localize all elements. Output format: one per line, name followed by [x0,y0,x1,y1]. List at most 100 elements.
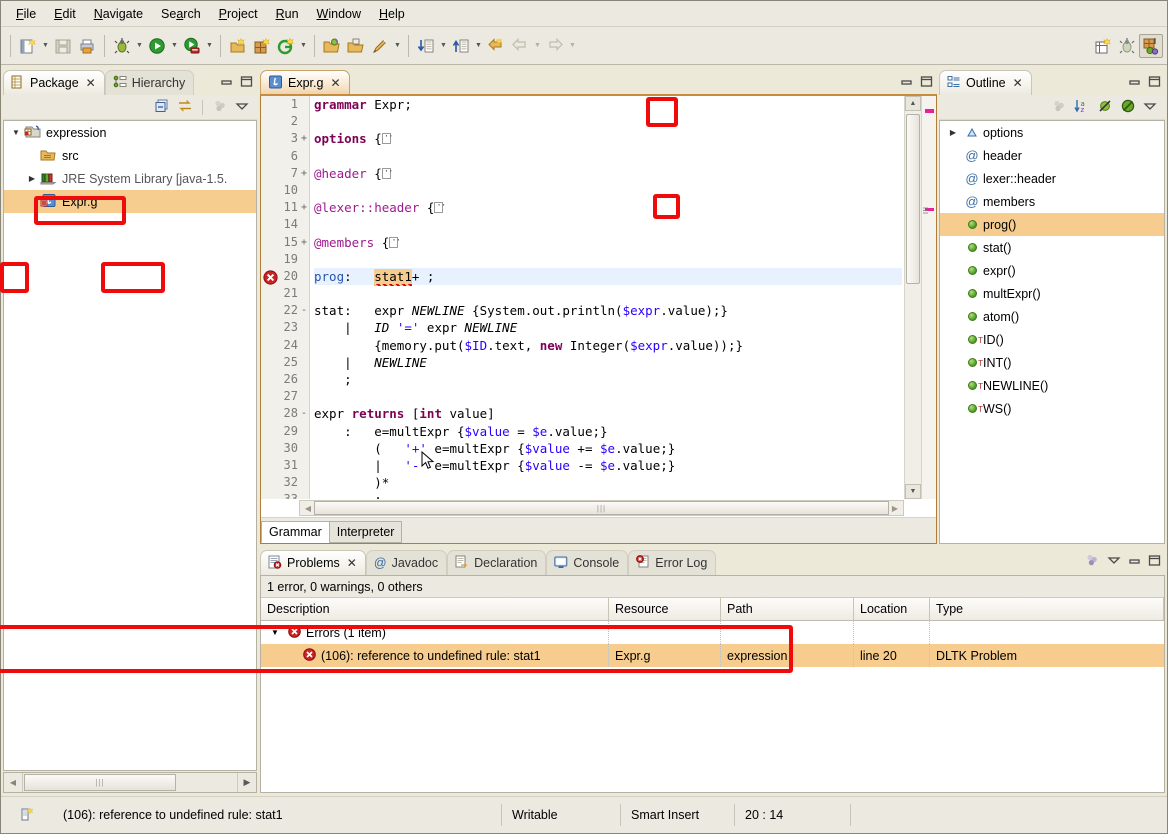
editor-hscrollbar[interactable]: ◀ ||| ▶ [299,500,904,516]
view-menu-icon[interactable] [1107,553,1121,570]
outline-item-int[interactable]: T INT() [940,351,1164,374]
folding-ruler[interactable]: + + + + - - [299,96,310,499]
overview-ruler[interactable] [921,96,936,499]
outline-item-atom[interactable]: atom() [940,305,1164,328]
column-header-path[interactable]: Path [721,598,854,620]
menu-item-search[interactable]: Search [152,4,210,24]
close-icon[interactable]: ✕ [330,76,340,90]
column-header-resource[interactable]: Resource [609,598,721,620]
collapsed-region-icon[interactable] [381,164,393,181]
tab-error-log[interactable]: Error Log [628,550,717,575]
last-edit-location-icon[interactable] [484,34,508,58]
tab-console[interactable]: Console [546,550,629,575]
view-menu-icon[interactable] [235,99,249,116]
external-tools-icon[interactable] [180,34,204,58]
outline-item-ws[interactable]: T WS() [940,397,1164,420]
outline-item-multexpr[interactable]: multExpr() [940,282,1164,305]
outline-item-members[interactable]: @ members [940,190,1164,213]
scroll-down-icon[interactable]: ▼ [905,484,921,499]
previous-annotation-dropdown-icon[interactable]: ▼ [473,35,484,57]
open-type-icon[interactable] [320,34,344,58]
close-icon[interactable]: ✕ [347,556,357,570]
tab-declaration[interactable]: Declaration [447,550,547,575]
problems-group-row[interactable]: ▼ Errors (1 item) [261,621,1164,644]
hide-fields-icon[interactable] [1097,98,1113,117]
run-icon[interactable] [145,34,169,58]
table-row[interactable]: (106): reference to undefined rule: stat… [261,644,1164,667]
outline-item-header[interactable]: @ header [940,144,1164,167]
tab-problems[interactable]: Problems ✕ [260,550,366,575]
new-wizard-dropdown-icon[interactable]: ▼ [40,35,51,57]
outline-item-id[interactable]: T ID() [940,328,1164,351]
outline-item-lexer-header[interactable]: @ lexer::header [940,167,1164,190]
new-wizard-icon[interactable] [16,34,40,58]
search-dropdown-icon[interactable]: ▼ [392,35,403,57]
tab-expr-g[interactable]: Expr.g ✕ [260,70,350,95]
view-menu-icon[interactable] [1143,99,1157,116]
scroll-up-icon[interactable]: ▲ [905,96,921,111]
menu-item-file[interactable]: File [7,4,45,24]
open-task-icon[interactable] [344,34,368,58]
close-icon[interactable]: ✕ [86,76,96,90]
scroll-left-icon[interactable]: ◀ [301,501,315,515]
tab-interpreter[interactable]: Interpreter [328,521,403,543]
sort-az-icon[interactable]: a z [1074,98,1090,117]
java-perspective-icon[interactable] [1139,33,1163,58]
tree-item-expression[interactable]: ▼ expression [4,121,256,144]
outline-item-prog[interactable]: prog() [940,213,1164,236]
new-java-project-icon[interactable] [1091,34,1115,58]
minimize-icon[interactable] [220,75,233,91]
maximize-icon[interactable] [1148,554,1161,570]
debug-dropdown-icon[interactable]: ▼ [134,35,145,57]
error-marker-icon[interactable] [263,270,278,288]
expand-twisty-icon[interactable]: ▼ [8,128,24,137]
outline-item-newline[interactable]: T NEWLINE() [940,374,1164,397]
collapse-twisty-icon[interactable]: ▶ [24,174,40,183]
maximize-icon[interactable] [1148,75,1161,91]
debug-perspective-icon[interactable] [1115,34,1139,58]
tree-item-expr-g[interactable]: Expr.g [4,190,256,213]
source-text[interactable]: grammar Expr; options { @header { @lexer… [310,96,902,499]
vscroll-thumb[interactable] [906,114,920,284]
collapsed-region-icon[interactable] [381,129,393,147]
editor-vscrollbar[interactable]: ▲ ▼ [904,96,921,499]
outline-item-options[interactable]: ▶ options [940,121,1164,144]
collapsed-region-icon[interactable] [434,198,445,215]
overview-error-marker[interactable] [925,109,934,113]
collapse-all-icon[interactable] [154,98,170,117]
code-editor[interactable]: 1 2 3 6 7 10 11 14 15 19 20 21 22 23 24 … [261,96,902,499]
view-menu-dots-icon[interactable] [1051,98,1067,117]
menu-item-edit[interactable]: Edit [45,4,85,24]
debug-icon[interactable] [110,34,134,58]
run-dropdown-icon[interactable]: ▼ [169,35,180,57]
new-interface-icon[interactable] [274,34,298,58]
scroll-left-icon[interactable]: ◀ [4,773,23,792]
print-icon[interactable] [75,34,99,58]
package-explorer-tree[interactable]: ▼ expression src ▶ JRE System Library [j… [3,120,257,771]
menu-item-window[interactable]: Window [308,4,370,24]
menu-item-navigate[interactable]: Navigate [85,4,152,24]
hscroll-thumb[interactable]: ||| [24,774,176,791]
view-menu-dots-icon[interactable] [212,98,228,117]
new-package-icon[interactable] [226,34,250,58]
tab-outline[interactable]: Outline ✕ [939,70,1032,95]
link-with-editor-icon[interactable] [177,98,193,117]
new-interface-dropdown-icon[interactable]: ▼ [298,35,309,57]
menu-item-help[interactable]: Help [370,4,414,24]
package-explorer-hscrollbar[interactable]: ◀ ||| ▶ [3,772,257,793]
minimize-icon[interactable] [1128,554,1141,570]
tab-javadoc[interactable]: @ Javadoc [365,550,448,575]
expand-twisty-icon[interactable]: ▼ [267,628,283,637]
minimize-icon[interactable] [900,75,913,91]
maximize-icon[interactable] [240,75,253,91]
menu-item-project[interactable]: Project [210,4,267,24]
external-tools-dropdown-icon[interactable]: ▼ [204,35,215,57]
menu-item-run[interactable]: Run [267,4,308,24]
view-menu-dots-icon[interactable] [1084,552,1100,571]
scroll-right-icon[interactable]: ▶ [237,773,256,792]
new-class-icon[interactable] [250,34,274,58]
collapsed-region-icon[interactable] [389,233,400,250]
column-header-location[interactable]: Location [854,598,930,620]
outline-item-expr[interactable]: expr() [940,259,1164,282]
close-icon[interactable]: ✕ [1013,76,1023,90]
